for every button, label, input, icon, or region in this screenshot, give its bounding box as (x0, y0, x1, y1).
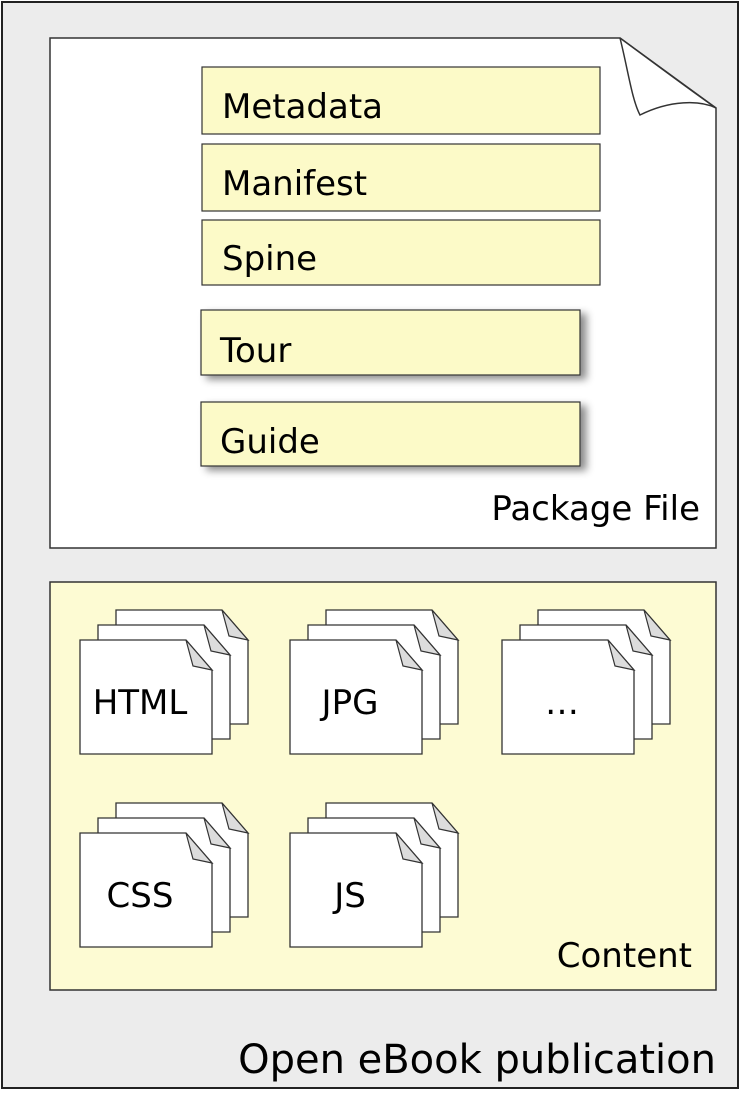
file-stack-5: JS (289, 802, 460, 948)
package-section-metadata: Metadata (201, 66, 601, 135)
diagram-canvas: Metadata Manifest Spine Tour Guide Packa… (1, 1, 739, 1089)
package-section-label: Tour (219, 331, 291, 371)
package-file-label: Package File (491, 489, 700, 529)
package-section-label: Guide (220, 422, 320, 462)
file-type-label: … (545, 683, 579, 723)
file-stack-3: … (501, 609, 672, 755)
package-section-manifest: Manifest (201, 143, 601, 212)
publication-label: Open eBook publication (238, 1037, 716, 1083)
package-section-guide: Guide (200, 401, 581, 467)
file-stack-1: HTML (79, 609, 250, 755)
file-type-label: HTML (93, 683, 188, 723)
content-label: Content (557, 936, 692, 976)
package-section-spine: Spine (201, 219, 601, 286)
diagram: Metadata Manifest Spine Tour Guide Packa… (0, 0, 740, 1090)
package-section-tour: Tour (200, 309, 581, 376)
file-stack-4: CSS (79, 802, 250, 948)
package-section-label: Spine (222, 239, 317, 279)
file-type-label: JPG (320, 683, 379, 723)
file-stack-2: JPG (289, 609, 460, 755)
file-type-label: JS (332, 876, 366, 916)
file-type-label: CSS (107, 876, 174, 916)
package-section-label: Manifest (222, 164, 367, 204)
package-section-label: Metadata (222, 87, 383, 127)
